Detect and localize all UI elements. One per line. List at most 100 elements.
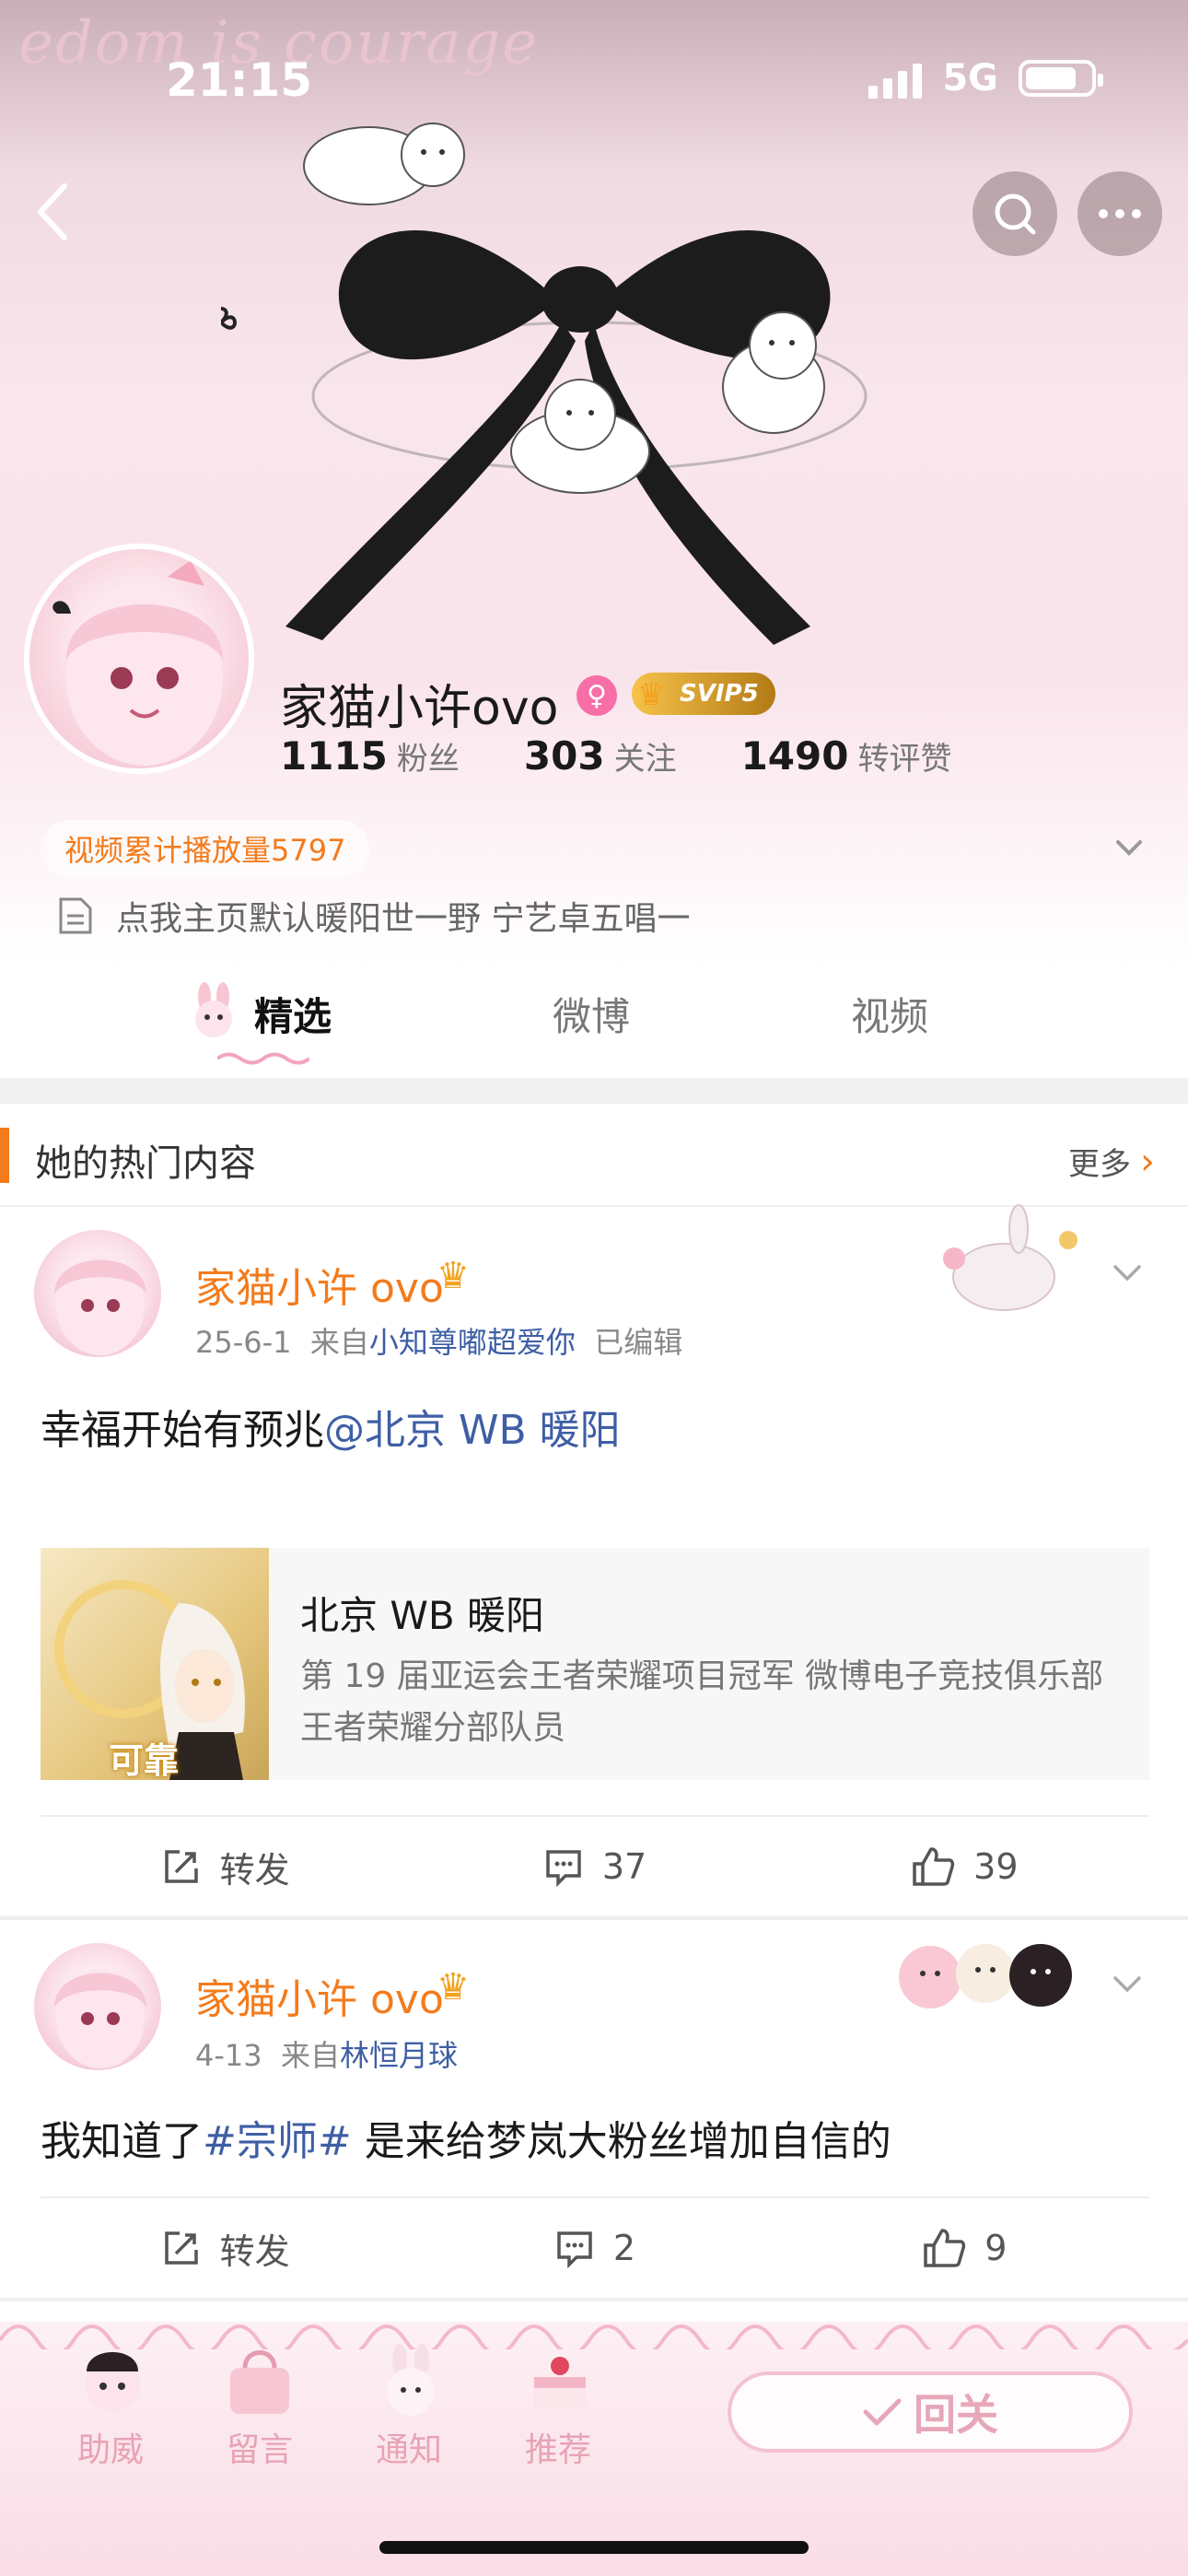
post-author-avatar[interactable] xyxy=(31,1940,164,2073)
back-arrow-icon[interactable] xyxy=(26,175,81,249)
comment-icon xyxy=(546,1850,581,1887)
post-from-prefix: 来自 xyxy=(280,2038,340,2073)
thumbnail-tag: 可靠 xyxy=(109,1740,180,1780)
anime-girl-avatar-image xyxy=(54,1256,146,1355)
post-separator xyxy=(0,2298,1188,2301)
share-icon xyxy=(164,2231,198,2265)
follow-back-label: 回关 xyxy=(914,2390,998,2440)
battery-icon xyxy=(1019,60,1103,97)
linked-profile-name: 北京 WB 暖阳 xyxy=(300,1593,545,1638)
crown-icon: ♛ xyxy=(637,676,666,713)
profile-cover: edom is courage 21:15 5G 家猫小许ovo ♀ ♛ SVI… xyxy=(0,0,1188,967)
home-indicator[interactable] xyxy=(379,2541,809,2554)
status-indicators: 5G xyxy=(868,57,1103,100)
post-source[interactable]: 林恒月球 xyxy=(340,2038,458,2073)
repost-label: 转发 xyxy=(219,1849,290,1891)
more-link[interactable]: 更多 › xyxy=(1068,1139,1155,1184)
tab-weibo[interactable]: 微博 xyxy=(553,986,630,1042)
chevron-right-icon: › xyxy=(1140,1140,1155,1183)
cheer-icon xyxy=(85,2352,140,2412)
profile-name: 家猫小许ovo xyxy=(280,681,559,736)
more-label: 更多 xyxy=(1068,1146,1131,1183)
interactions-label: 转评赞 xyxy=(857,741,952,778)
bio-text: 点我主页默认暖阳世一野 宁艺卓五唱一 xyxy=(116,900,691,938)
post-from-prefix: 来自 xyxy=(309,1325,369,1360)
post-text-body: 我知道了 xyxy=(41,2118,203,2165)
search-icon xyxy=(995,193,1036,235)
share-icon xyxy=(164,1850,198,1883)
cheer-button[interactable]: 助威 xyxy=(77,2423,144,2471)
post-text-body: 是来给梦岚大粉丝增加自信的 xyxy=(351,2118,891,2165)
post-meta: 25-6-1 来自小知尊嘟超爱你 已编辑 xyxy=(195,1319,682,1362)
comment-button[interactable]: 37 xyxy=(410,1817,779,1916)
profile-bio[interactable]: 点我主页默认暖阳世一野 宁艺卓五唱一 xyxy=(57,892,690,940)
message-button[interactable]: 留言 xyxy=(227,2423,293,2471)
section-divider xyxy=(0,1078,1188,1104)
post-mention-link[interactable]: @北京 WB 暖阳 xyxy=(324,1407,621,1454)
stat-followers[interactable]: 1115 粉丝 xyxy=(280,733,460,779)
crown-icon: ♛ xyxy=(437,1255,470,1297)
post-text-body: 幸福开始有预兆 xyxy=(41,1407,324,1454)
post-author-name[interactable]: 家猫小许 ovo xyxy=(195,1255,444,1314)
linked-profile-card[interactable]: 可靠 北京 WB 暖阳 第 19 届亚运会王者荣耀项目冠军 微博电子竞技俱乐部王… xyxy=(41,1548,1149,1780)
anime-girl-avatar-image xyxy=(54,1969,146,2068)
post-text: 幸福开始有预兆@北京 WB 暖阳 xyxy=(41,1397,621,1456)
checkmark-icon xyxy=(863,2398,902,2426)
comment-icon xyxy=(557,2231,592,2268)
profile-avatar[interactable] xyxy=(24,544,254,774)
female-icon: ♀ xyxy=(577,675,617,716)
more-options-button[interactable] xyxy=(1077,171,1162,256)
comment-button[interactable]: 2 xyxy=(410,2198,779,2298)
profile-tabs: 精选 微博 视频 xyxy=(0,967,1188,1078)
plush-toys-sticker-decoration xyxy=(899,1944,1072,2008)
video-views-tag[interactable]: 视频累计播放量5797 xyxy=(41,820,370,877)
interactions-count: 1490 xyxy=(740,733,849,779)
post-hashtag-link[interactable]: #宗师# xyxy=(203,2118,352,2165)
followers-label: 粉丝 xyxy=(396,741,460,778)
follow-back-button[interactable]: 回关 xyxy=(728,2371,1133,2453)
repost-button[interactable]: 转发 xyxy=(41,1817,410,1916)
stat-following[interactable]: 303 关注 xyxy=(524,733,677,779)
document-icon xyxy=(59,897,92,934)
tab-video[interactable]: 视频 xyxy=(851,986,928,1042)
svip-badge[interactable]: ♛ SVIP5 xyxy=(632,673,775,715)
post-edited-label: 已编辑 xyxy=(594,1325,683,1360)
bunny-sticker-decoration xyxy=(943,1204,1077,1311)
tab-featured[interactable]: 精选 xyxy=(254,986,332,1042)
crown-icon: ♛ xyxy=(437,1966,470,2008)
thumbs-up-icon xyxy=(924,2229,966,2267)
chevron-down-icon[interactable] xyxy=(1107,1253,1147,1294)
status-time: 21:15 xyxy=(166,53,313,107)
comment-count: 2 xyxy=(612,2228,636,2268)
post-source[interactable]: 小知尊嘟超爱你 xyxy=(369,1325,576,1360)
post-date: 4-13 xyxy=(195,2038,262,2073)
followers-count: 1115 xyxy=(280,733,388,779)
ribbon-cats-illustration xyxy=(221,123,868,645)
signal-icon xyxy=(868,58,923,99)
recommend-button[interactable]: 推荐 xyxy=(525,2423,591,2471)
post-date: 25-6-1 xyxy=(195,1325,292,1360)
post-author-avatar[interactable] xyxy=(31,1227,164,1360)
post-author-name[interactable]: 家猫小许 ovo xyxy=(195,1966,444,2025)
active-tab-indicator xyxy=(217,1052,309,1065)
following-label: 关注 xyxy=(613,741,677,778)
like-count: 39 xyxy=(973,1846,1019,1887)
repost-label: 转发 xyxy=(219,2231,290,2272)
stat-interactions[interactable]: 1490 转评赞 xyxy=(741,733,952,779)
like-button[interactable]: 9 xyxy=(780,2198,1149,2298)
post-meta: 4-13 来自林恒月球 xyxy=(195,2032,458,2075)
section-accent-bar xyxy=(0,1128,9,1183)
network-label: 5G xyxy=(942,57,998,100)
profile-stats: 1115 粉丝 303 关注 1490 转评赞 xyxy=(280,733,951,779)
notify-button[interactable]: 通知 xyxy=(376,2423,442,2471)
chevron-down-icon[interactable] xyxy=(1111,829,1147,866)
svip-badge-label: SVIP5 xyxy=(680,680,759,708)
repost-button[interactable]: 转发 xyxy=(41,2198,410,2298)
message-bag-icon xyxy=(230,2350,289,2414)
post-action-bar: 转发 37 39 xyxy=(41,1815,1149,1916)
search-button[interactable] xyxy=(973,171,1057,256)
bunny-notify-icon xyxy=(387,2344,435,2416)
post-text: 我知道了#宗师# 是来给梦岚大粉丝增加自信的 xyxy=(41,2108,891,2167)
chevron-down-icon[interactable] xyxy=(1107,1964,1147,2005)
like-button[interactable]: 39 xyxy=(780,1817,1149,1916)
